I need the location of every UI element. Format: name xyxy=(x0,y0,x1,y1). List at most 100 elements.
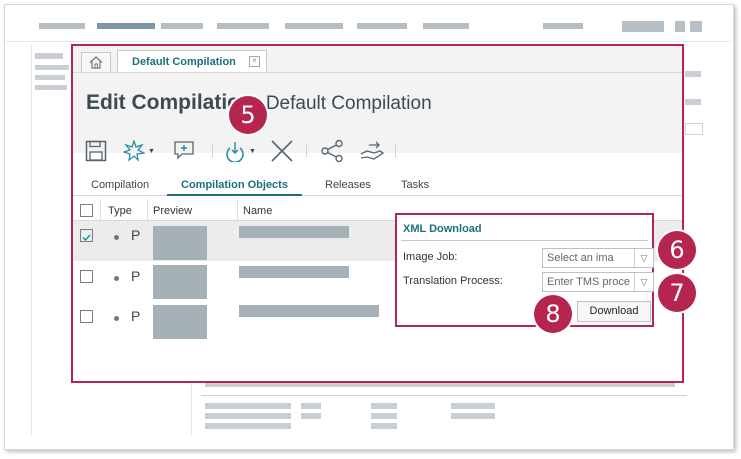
image-job-select[interactable]: Select an ima ▽ xyxy=(542,248,654,268)
share-icon xyxy=(321,139,343,163)
bg-divider xyxy=(5,41,731,42)
bg-nav-item xyxy=(285,23,343,29)
bg-nav-item xyxy=(675,21,685,32)
preview-thumbnail xyxy=(153,305,207,339)
object-name[interactable] xyxy=(239,305,379,317)
bg-row xyxy=(301,413,321,419)
bg-row xyxy=(371,413,397,419)
bg-divider xyxy=(201,395,687,396)
comment-icon xyxy=(174,141,194,160)
object-name[interactable] xyxy=(239,226,349,238)
bg-nav-item xyxy=(161,23,203,29)
status-dot xyxy=(114,235,119,240)
new-icon xyxy=(123,140,145,162)
close-icon[interactable]: × xyxy=(249,56,260,67)
column-header-preview[interactable]: Preview xyxy=(153,205,192,217)
translation-process-label: Translation Process: xyxy=(403,275,503,287)
download-button[interactable]: ▼ xyxy=(224,138,256,164)
tab-tasks[interactable]: Tasks xyxy=(401,179,429,191)
bg-block xyxy=(685,71,701,77)
divider xyxy=(401,240,648,241)
save-button[interactable] xyxy=(85,138,107,164)
translation-process-placeholder: Enter TMS proce xyxy=(547,276,630,288)
compilation-tabs: Compilation Compilation Objects Releases… xyxy=(73,173,682,196)
bg-row xyxy=(451,413,495,419)
image-job-label: Image Job: xyxy=(403,251,458,263)
column-header-name[interactable]: Name xyxy=(243,205,272,217)
row-checkbox[interactable] xyxy=(80,229,93,242)
bg-row xyxy=(451,403,495,409)
document-tab-strip: Default Compilation × xyxy=(73,46,682,73)
bg-row xyxy=(205,383,675,387)
bg-nav-item xyxy=(622,21,664,32)
bg-nav-item xyxy=(39,23,85,29)
object-type: P xyxy=(131,227,141,243)
check-icon xyxy=(82,234,91,242)
bg-row xyxy=(301,403,321,409)
callout-8: 8 xyxy=(534,295,572,333)
bg-row xyxy=(205,413,291,419)
callout-5: 5 xyxy=(229,96,267,134)
delete-button[interactable] xyxy=(270,138,294,164)
add-comment-button[interactable] xyxy=(173,138,197,164)
share-button[interactable] xyxy=(320,138,344,164)
bg-tree-item xyxy=(35,75,65,80)
download-icon xyxy=(226,142,244,162)
status-dot xyxy=(114,276,119,281)
translation-process-select[interactable]: Enter TMS proce ▽ xyxy=(542,272,654,292)
bg-tree-item xyxy=(35,85,67,90)
toolbar-separator xyxy=(212,143,213,157)
bg-tree-item xyxy=(35,65,69,70)
row-checkbox[interactable] xyxy=(80,270,93,283)
bg-row xyxy=(371,423,397,429)
tab-compilation-objects[interactable]: Compilation Objects xyxy=(167,179,302,196)
chevron-down-icon: ▼ xyxy=(148,147,155,155)
home-tab[interactable] xyxy=(81,52,111,72)
column-divider xyxy=(237,199,238,220)
xml-download-title: XML Download xyxy=(403,223,482,235)
status-dot xyxy=(114,316,119,321)
bg-block xyxy=(685,99,701,105)
download-button[interactable]: Download xyxy=(577,301,651,322)
toolbar-separator xyxy=(395,143,396,157)
chevron-down-icon: ▼ xyxy=(249,147,256,155)
title-compilation-name: Default Compilation xyxy=(265,93,432,114)
bg-row xyxy=(371,403,397,409)
handover-button[interactable] xyxy=(359,138,385,164)
xml-download-popup: XML Download Image Job: Select an ima ▽ … xyxy=(395,213,654,327)
toolbar-separator xyxy=(306,143,307,157)
image-job-placeholder: Select an ima xyxy=(547,252,614,264)
bg-nav-item xyxy=(543,23,583,29)
handover-icon xyxy=(360,141,385,160)
tab-releases[interactable]: Releases xyxy=(325,179,371,191)
bg-divider xyxy=(31,45,32,435)
delete-icon xyxy=(271,140,293,162)
bg-row xyxy=(205,403,291,409)
object-name[interactable] xyxy=(239,266,349,278)
document-tab-label: Default Compilation xyxy=(132,56,236,68)
compilation-document-tab[interactable]: Default Compilation × xyxy=(117,50,267,72)
bg-nav-item xyxy=(217,23,269,29)
save-icon xyxy=(85,140,107,162)
bg-tree-item xyxy=(35,53,63,59)
bg-nav-item-active xyxy=(97,23,155,29)
column-divider xyxy=(147,199,148,220)
column-header-type[interactable]: Type xyxy=(108,205,132,217)
home-icon xyxy=(89,56,103,69)
chevron-down-icon[interactable]: ▽ xyxy=(634,273,653,291)
preview-thumbnail xyxy=(153,226,207,260)
row-checkbox[interactable] xyxy=(80,310,93,323)
callout-7: 7 xyxy=(658,274,696,312)
object-type: P xyxy=(131,268,141,284)
bg-row xyxy=(205,423,291,429)
new-button[interactable]: ▼ xyxy=(123,138,155,164)
bg-field xyxy=(685,123,703,135)
chevron-down-icon[interactable]: ▽ xyxy=(634,249,653,267)
bg-nav-item xyxy=(423,23,469,29)
select-all-checkbox[interactable] xyxy=(80,204,93,217)
tab-compilation[interactable]: Compilation xyxy=(91,179,149,191)
column-divider xyxy=(100,199,101,220)
bg-nav-item xyxy=(690,21,702,32)
object-type: P xyxy=(131,308,141,324)
preview-thumbnail xyxy=(153,265,207,299)
